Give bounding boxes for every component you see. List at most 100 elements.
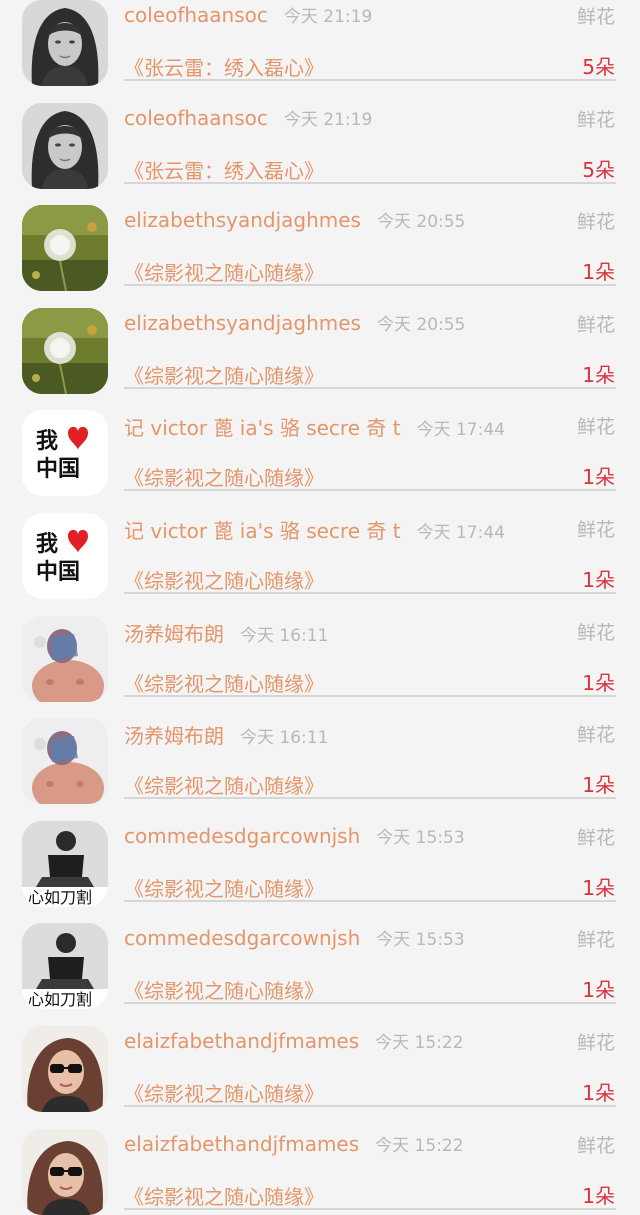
gift-type: 鲜花 [576, 929, 615, 952]
user-avatar[interactable] [22, 307, 108, 394]
username-line: coleofhaansoc 今天 21:19 [124, 2, 372, 27]
username[interactable]: 汤养姆布朗 [124, 622, 224, 646]
row-divider [124, 1104, 616, 1107]
gift-quantity: 5朵 [582, 157, 615, 182]
i-love-china-avatar-icon: 我 中国 [22, 512, 108, 599]
user-avatar[interactable] [22, 615, 108, 702]
gift-record-row[interactable]: elizabethsyandjaghmes 今天 20:55 鲜花 《综影视之随心… [0, 187, 640, 292]
username-line: elizabethsyandjaghmes 今天 20:55 [124, 310, 465, 335]
row-divider [124, 694, 616, 697]
user-avatar[interactable] [22, 205, 108, 292]
username[interactable]: commedesdgarcownjsh [124, 824, 360, 848]
book-title-link[interactable]: 《综影视之随心随缘》 [124, 975, 324, 1004]
timestamp: 今天 17:44 [416, 522, 505, 543]
username[interactable]: elizabethsyandjaghmes [124, 208, 361, 232]
gift-type: 鲜花 [576, 518, 615, 541]
gift-record-row[interactable]: 我 中国 记 victor 蓖 ia's 骆 secre 奇 t 今天 17:44… [0, 392, 640, 497]
svg-text:心如刀割: 心如刀割 [28, 990, 92, 1009]
gift-record-row[interactable]: elizabethsyandjaghmes 今天 20:55 鲜花 《综影视之随心… [0, 290, 640, 394]
gift-record-row[interactable]: 心如刀割 commedesdgarcownjsh 今天 15:53 鲜花 《综影视… [0, 803, 640, 907]
gift-record-row[interactable]: coleofhaansoc 今天 21:19 鲜花 《张云雷：绣入磊心》 5朵 [0, 0, 640, 86]
sitting-person-avatar-icon: 心如刀割 [22, 820, 108, 907]
timestamp: 今天 15:22 [375, 1032, 464, 1053]
gift-record-row[interactable]: elaizfabethandjfmames 今天 15:22 鲜花 《综影视之随心… [0, 1008, 640, 1112]
woman-sunglasses-avatar-icon [22, 1025, 108, 1112]
timestamp: 今天 15:22 [375, 1135, 464, 1156]
timestamp: 今天 15:53 [376, 930, 465, 951]
gift-quantity: 1朵 [582, 1080, 615, 1105]
username-line: elaizfabethandjfmames 今天 15:22 [124, 1028, 464, 1053]
book-title-link[interactable]: 《张云雷：绣入磊心》 [124, 52, 324, 81]
row-divider [124, 899, 616, 902]
book-title-link[interactable]: 《综影视之随心随缘》 [124, 565, 324, 594]
user-avatar[interactable] [22, 1128, 108, 1215]
gift-type: 鲜花 [576, 826, 615, 849]
username[interactable]: elaizfabethandjfmames [124, 1132, 359, 1156]
svg-text:中国: 中国 [36, 560, 80, 585]
username[interactable]: commedesdgarcownjsh [124, 926, 360, 950]
gift-quantity: 1朵 [582, 362, 615, 387]
row-divider [124, 181, 616, 184]
gift-type: 鲜花 [576, 621, 615, 644]
gift-record-row[interactable]: 汤养姆布朗 今天 16:11 鲜花 《综影视之随心随缘》 1朵 [0, 598, 640, 702]
book-title-link[interactable]: 《张云雷：绣入磊心》 [124, 155, 324, 184]
username[interactable]: 汤养姆布朗 [124, 724, 224, 748]
username[interactable]: coleofhaansoc [124, 3, 268, 27]
gift-record-row[interactable]: 心如刀割 commedesdgarcownjsh 今天 15:53 鲜花 《综影视… [0, 905, 640, 1010]
row-divider [124, 489, 616, 492]
username-line: 汤养姆布朗 今天 16:11 [124, 720, 328, 749]
username-line: commedesdgarcownjsh 今天 15:53 [124, 823, 465, 848]
username-line: elizabethsyandjaghmes 今天 20:55 [124, 207, 465, 232]
username-line: 记 victor 蓖 ia's 骆 secre 奇 t 今天 17:44 [124, 515, 505, 544]
gift-type: 鲜花 [576, 6, 615, 28]
user-avatar[interactable] [22, 1025, 108, 1112]
gift-quantity: 1朵 [582, 1183, 615, 1208]
svg-text:我: 我 [36, 429, 58, 454]
gift-type: 鲜花 [576, 211, 615, 234]
shirtless-man-avatar-icon [22, 615, 108, 702]
book-title-link[interactable]: 《综影视之随心随缘》 [124, 257, 324, 286]
user-avatar[interactable] [22, 102, 108, 189]
book-title-link[interactable]: 《综影视之随心随缘》 [124, 668, 324, 697]
username[interactable]: 记 victor 蓖 ia's 骆 secre 奇 t [124, 519, 401, 543]
user-avatar[interactable] [22, 718, 108, 805]
gift-quantity: 1朵 [582, 465, 615, 490]
username-line: elaizfabethandjfmames 今天 15:22 [124, 1131, 464, 1156]
gift-record-row[interactable]: 我 中国 记 victor 蓖 ia's 骆 secre 奇 t 今天 17:44… [0, 495, 640, 599]
gift-type: 鲜花 [576, 416, 615, 439]
row-divider [124, 79, 616, 81]
book-title-link[interactable]: 《综影视之随心随缘》 [124, 1181, 324, 1210]
gift-record-row[interactable]: 汤养姆布朗 今天 16:11 鲜花 《综影视之随心随缘》 1朵 [0, 700, 640, 805]
gift-record-list: coleofhaansoc 今天 21:19 鲜花 《张云雷：绣入磊心》 5朵 c… [0, 0, 640, 1215]
username[interactable]: elaizfabethandjfmames [124, 1029, 359, 1053]
gift-quantity: 1朵 [582, 875, 615, 900]
book-title-link[interactable]: 《综影视之随心随缘》 [124, 462, 324, 491]
username-line: commedesdgarcownjsh 今天 15:53 [124, 925, 465, 950]
dandelion-avatar-icon [22, 205, 108, 292]
gift-type: 鲜花 [576, 313, 615, 336]
timestamp: 今天 17:44 [416, 420, 505, 441]
book-title-link[interactable]: 《综影视之随心随缘》 [124, 873, 324, 902]
row-divider [124, 386, 616, 389]
username[interactable]: coleofhaansoc [124, 106, 268, 130]
book-title-link[interactable]: 《综影视之随心随缘》 [124, 1078, 324, 1107]
gift-record-row[interactable]: elaizfabethandjfmames 今天 15:22 鲜花 《综影视之随心… [0, 1111, 640, 1215]
gift-record-row[interactable]: coleofhaansoc 今天 21:19 鲜花 《张云雷：绣入磊心》 5朵 [0, 85, 640, 189]
user-avatar[interactable] [22, 0, 108, 86]
username-line: 汤养姆布朗 今天 16:11 [124, 618, 328, 647]
username[interactable]: elizabethsyandjaghmes [124, 311, 361, 335]
gift-quantity: 5朵 [582, 55, 615, 79]
user-avatar[interactable]: 心如刀割 [22, 923, 108, 1010]
user-avatar[interactable]: 心如刀割 [22, 820, 108, 907]
book-title-link[interactable]: 《综影视之随心随缘》 [124, 360, 324, 389]
user-avatar[interactable]: 我 中国 [22, 512, 108, 599]
gift-quantity: 1朵 [582, 670, 615, 695]
gift-type: 鲜花 [576, 724, 615, 747]
gift-quantity: 1朵 [582, 773, 615, 798]
username[interactable]: 记 victor 蓖 ia's 骆 secre 奇 t [124, 416, 401, 440]
timestamp: 今天 16:11 [240, 625, 329, 646]
book-title-link[interactable]: 《综影视之随心随缘》 [124, 770, 324, 799]
svg-text:中国: 中国 [36, 457, 80, 482]
user-avatar[interactable]: 我 中国 [22, 410, 108, 497]
timestamp: 今天 15:53 [376, 827, 465, 848]
